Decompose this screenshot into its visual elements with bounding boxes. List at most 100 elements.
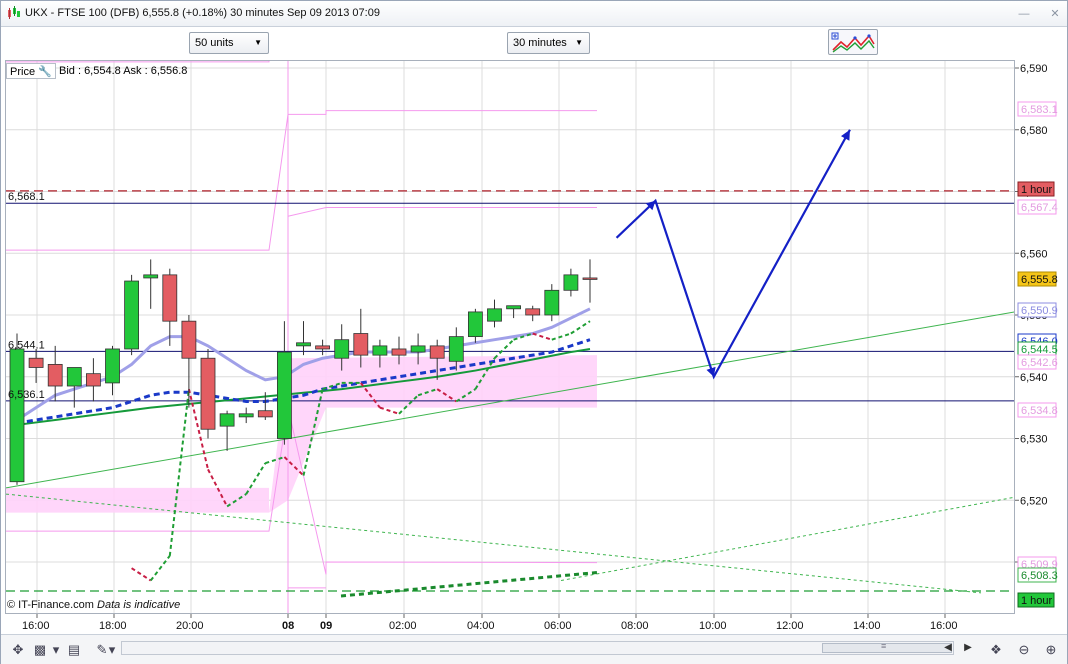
candle-up: [563, 274, 579, 291]
candle-up: [124, 280, 139, 350]
move-icon[interactable]: ✥: [9, 641, 27, 659]
candle-down: [47, 363, 63, 387]
candle-down: [200, 357, 216, 430]
x-tick-label: 16:00: [22, 620, 50, 632]
indicator-segment: [551, 332, 572, 341]
interval-select-value: 30 minutes: [513, 37, 567, 49]
chart-window: UKX - FTSE 100 (DFB) 6,555.8 (+0.18%) 30…: [0, 0, 1068, 664]
candle-up: [9, 348, 25, 483]
candle-up: [143, 274, 159, 279]
y-tick-label: 6,530: [1020, 434, 1048, 446]
chevron-down-icon: ▼: [254, 38, 262, 47]
candle-down: [162, 274, 178, 322]
x-tick-label: 02:00: [389, 620, 417, 632]
time-scrollbar[interactable]: ≡: [121, 641, 954, 655]
candle-up: [219, 413, 235, 427]
price-tag-label: 6,508.3: [1021, 570, 1058, 582]
zoom-out-icon[interactable]: ⊖: [1015, 641, 1033, 659]
scroll-grip: ≡: [881, 641, 887, 651]
envelope-line: [6, 60, 270, 63]
bottom-toolbar: ✥ ▩ ▾ ▤ ✎ ▾ ≡ ◀ ▶ ❖ ⊖ ⊕: [1, 634, 1067, 664]
trendline-dotted: [560, 496, 1015, 582]
zoom-in-icon[interactable]: ⊕: [1042, 641, 1060, 659]
x-tick-label: 16:00: [930, 620, 958, 632]
x-tick-label: 18:00: [99, 620, 127, 632]
envelope-band-before: [6, 487, 269, 513]
close-icon[interactable]: ✕: [1048, 7, 1062, 21]
interval-select[interactable]: 30 minutes ▼: [507, 32, 590, 54]
candle-down: [525, 308, 541, 316]
candle-down: [257, 410, 273, 418]
candle-up: [410, 345, 426, 353]
x-tick-label: 04:00: [467, 620, 495, 632]
candle-down: [353, 333, 369, 356]
candle-down: [582, 277, 598, 280]
wrench-icon[interactable]: 🔧: [38, 66, 52, 78]
candle-up: [66, 367, 82, 387]
x-tick-label: 20:00: [176, 620, 204, 632]
scroll-left-icon[interactable]: ◀: [941, 640, 955, 656]
y-tick-label: 6,520: [1020, 495, 1048, 507]
x-tick-label: 08:00: [621, 620, 649, 632]
window-title: UKX - FTSE 100 (DFB) 6,555.8 (+0.18%) 30…: [25, 7, 380, 19]
indicator-segment: [532, 332, 553, 341]
candle-down: [28, 357, 44, 368]
candle-down: [315, 345, 331, 350]
candlestick-chart-icon: [8, 6, 20, 19]
indicator-segment: [131, 567, 152, 582]
envelope-line: [287, 207, 597, 217]
chart-tools-button[interactable]: [828, 29, 878, 55]
x-tick-label: 14:00: [853, 620, 881, 632]
price-tag-label: 6,583.1: [1021, 104, 1058, 116]
candle-down: [429, 345, 445, 359]
candle-down: [181, 320, 197, 359]
minimize-icon[interactable]: —: [1017, 7, 1031, 21]
candle-up: [487, 308, 502, 322]
chart-tools-icon: [831, 32, 875, 53]
scroll-thumb[interactable]: ≡: [822, 641, 952, 653]
indicator-icon[interactable]: ▤: [65, 641, 83, 659]
plot-area: [6, 60, 1015, 614]
price-label-text: Price: [10, 66, 36, 78]
y-tick-label: 6,580: [1020, 125, 1048, 137]
y-tick-label: 6,560: [1020, 248, 1048, 260]
candle-up: [506, 305, 522, 310]
size-select[interactable]: 50 units ▼: [189, 32, 269, 54]
x-tick-label: 08: [282, 620, 294, 632]
hour-tag-label: 1 hour: [1021, 595, 1053, 607]
indicator-segment: [493, 338, 515, 359]
candle-up: [276, 351, 292, 439]
candle-up: [105, 348, 120, 384]
indicator-segment: [149, 555, 171, 582]
title-bar: UKX - FTSE 100 (DFB) 6,555.8 (+0.18%) 30…: [1, 1, 1067, 27]
fit-icon[interactable]: ❖: [987, 641, 1005, 659]
size-select-value: 50 units: [195, 37, 234, 49]
price-tag-label: 6,550.9: [1021, 305, 1058, 317]
bid-ask-text: Bid : 6,554.8 Ask : 6,556.8: [59, 65, 188, 77]
x-tick-label: 12:00: [776, 620, 804, 632]
candle-up: [238, 413, 254, 418]
candle-down: [86, 373, 101, 387]
candle-down: [391, 348, 407, 356]
layout-icon[interactable]: ▾: [103, 641, 121, 659]
hour-tag-label: 1 hour: [1021, 184, 1053, 196]
indicative-note: Data is indicative: [97, 599, 181, 611]
level-label: 6,536.1: [8, 389, 45, 401]
price-tag-label: 6,555.8: [1021, 274, 1058, 286]
price-tag-label: 6,534.8: [1021, 405, 1058, 417]
x-tick-label: 09: [320, 620, 332, 632]
price-tag-label: 6,544.5: [1021, 344, 1058, 356]
price-panel-label[interactable]: Price 🔧: [6, 63, 56, 79]
price-chart[interactable]: 6,568.16,544.16,536.16,5906,5806,5706,56…: [1, 59, 1068, 635]
indicator-segment: [379, 406, 400, 415]
candle-up: [334, 339, 350, 359]
y-tick-label: 6,590: [1020, 63, 1048, 75]
scroll-right-icon[interactable]: ▶: [961, 640, 975, 656]
copyright-text: © IT-Finance.com: [7, 599, 94, 611]
candle-up: [467, 311, 483, 338]
chart-style-icon[interactable]: ▾: [47, 641, 65, 659]
candle-up: [372, 345, 388, 356]
chevron-down-icon: ▼: [575, 38, 583, 47]
level-label: 6,544.1: [8, 339, 45, 351]
price-tag-label: 6,542.6: [1021, 357, 1058, 369]
